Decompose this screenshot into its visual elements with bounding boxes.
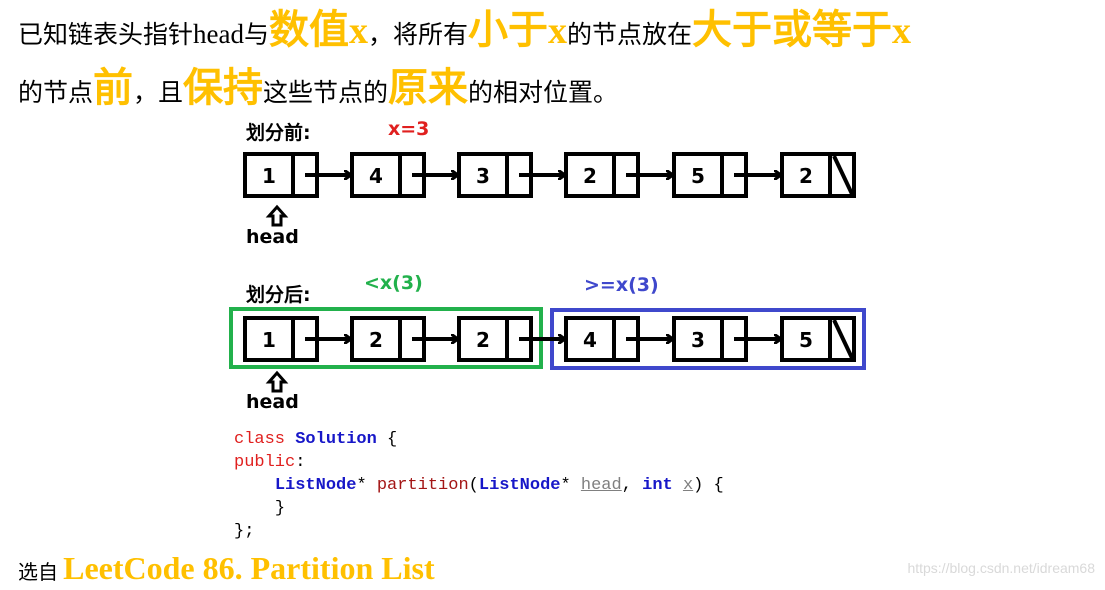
after-head-label: head <box>246 391 299 413</box>
node-value: 1 <box>262 164 276 188</box>
node-value: 2 <box>476 328 490 352</box>
node-box <box>350 316 426 362</box>
highlight-variable: x <box>349 10 368 52</box>
head-arrow-icon <box>265 370 289 393</box>
after-node: 5 <box>780 316 856 362</box>
node-value: 2 <box>799 164 813 188</box>
after-node: 3 <box>672 316 780 362</box>
statement-text: 已知链表头指针 <box>18 20 194 49</box>
before-list: 1 4 3 2 5 2 <box>243 152 856 198</box>
head-arrow-icon <box>265 204 289 227</box>
statement-text: ，且 <box>133 78 184 107</box>
node-box <box>780 152 856 198</box>
param-x: x <box>682 476 694 495</box>
before-node: 1 <box>243 152 350 198</box>
source-prefix: 选自 <box>18 560 58 584</box>
statement-text: 这些节点的 <box>263 78 389 107</box>
greater-equal-label: >=x(3) <box>584 274 659 296</box>
param-head: head <box>580 476 622 495</box>
x-value-label: x=3 <box>388 118 430 140</box>
less-than-group-box <box>229 307 543 369</box>
before-node: 5 <box>672 152 780 198</box>
after-node: 2 <box>350 316 457 362</box>
node-value: 5 <box>799 328 813 352</box>
greater-equal-group-box <box>550 308 866 370</box>
source-footer: 选自 LeetCode 86. Partition List <box>18 550 435 587</box>
code-line-2: public: <box>234 453 306 472</box>
code-snippet: class Solution { public: ListNode* parti… <box>234 428 724 543</box>
after-list: 1 2 2 4 3 5 <box>229 307 866 370</box>
node-value: 5 <box>691 164 705 188</box>
node-box <box>564 316 640 362</box>
highlight-variable: x <box>892 10 912 52</box>
problem-statement-line-2: 的节点前，且保持这些节点的原来的相对位置。 <box>18 62 618 119</box>
statement-text: 的相对位置。 <box>468 78 619 107</box>
highlight-text: 大于或等于 <box>692 7 893 53</box>
node-box <box>243 152 319 198</box>
node-box <box>457 152 533 198</box>
before-node: 2 <box>780 152 856 198</box>
highlight-text: 前 <box>93 65 134 111</box>
source-title: LeetCode 86. Partition List <box>63 550 435 586</box>
after-node: 1 <box>243 316 350 362</box>
after-label: 划分后: <box>246 284 311 306</box>
node-box <box>350 152 426 198</box>
code-line-1: class Solution { <box>234 430 398 449</box>
before-node: 3 <box>457 152 564 198</box>
node-box <box>243 316 319 362</box>
highlight-text: 数值 <box>269 7 349 53</box>
node-value: 1 <box>262 328 276 352</box>
highlight-variable: x <box>548 10 568 52</box>
highlight-text: 保持 <box>183 65 264 111</box>
code-line-3: ListNode* partition(ListNode* head, int … <box>274 476 724 495</box>
node-box <box>672 152 748 198</box>
statement-text: head <box>193 19 244 49</box>
after-node: 4 <box>564 316 672 362</box>
null-pointer-icon <box>832 155 854 195</box>
node-box <box>564 152 640 198</box>
before-label: 划分前: <box>246 122 311 144</box>
node-value: 2 <box>583 164 597 188</box>
node-value: 2 <box>369 328 383 352</box>
node-value: 3 <box>476 164 490 188</box>
problem-statement-line-1: 已知链表头指针head与数值x，将所有小于x的节点放在大于或等于x <box>18 4 911 61</box>
node-box <box>672 316 748 362</box>
null-pointer-icon <box>832 319 854 359</box>
node-value: 4 <box>583 328 597 352</box>
node-box <box>457 316 533 362</box>
statement-text: 的节点 <box>18 78 94 107</box>
code-line-4: } <box>274 499 286 518</box>
before-node: 4 <box>350 152 457 198</box>
before-node: 2 <box>564 152 672 198</box>
highlight-text: 原来 <box>388 65 469 111</box>
before-head-label: head <box>246 226 299 248</box>
node-value: 4 <box>369 164 383 188</box>
code-line-5: }; <box>234 522 255 541</box>
statement-text: 的节点放在 <box>567 20 693 49</box>
statement-text: 与 <box>243 20 269 49</box>
after-node: 2 <box>457 316 564 362</box>
less-than-label: <x(3) <box>364 272 423 294</box>
highlight-text: 小于 <box>468 7 549 53</box>
statement-text: ，将所有 <box>368 20 469 49</box>
node-value: 3 <box>691 328 705 352</box>
watermark: https://blog.csdn.net/idream68 <box>907 560 1095 576</box>
node-box <box>780 316 856 362</box>
